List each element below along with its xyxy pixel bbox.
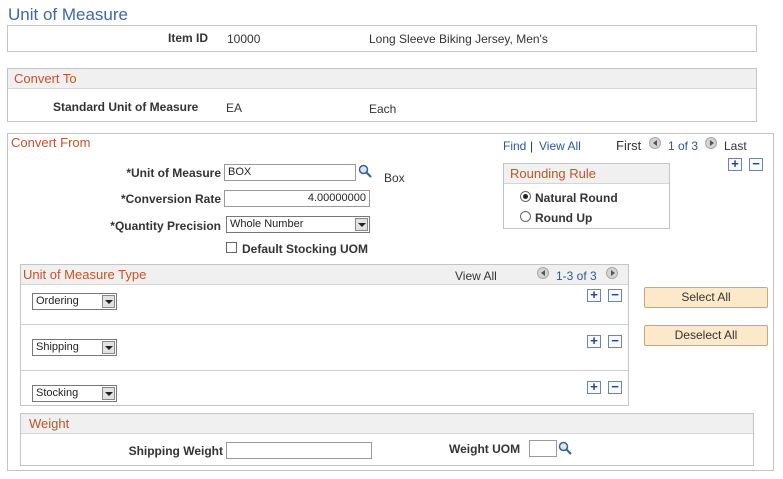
shipping-weight-input[interactable] xyxy=(226,442,372,459)
uom-input[interactable]: BOX xyxy=(224,164,356,181)
std-uom-label: Standard Unit of Measure xyxy=(53,100,199,114)
weight-uom-input[interactable] xyxy=(529,440,557,457)
convert-to-header: Convert To xyxy=(8,69,756,89)
uom-type-box: Unit of Measure Type View All 1-3 of 3 O… xyxy=(20,264,629,406)
next-arrow-icon[interactable] xyxy=(705,137,717,149)
rounding-rule-box: Rounding Rule Natural Round Round Up xyxy=(503,163,670,229)
row-divider xyxy=(21,324,628,325)
uom-type-view-all[interactable]: View All xyxy=(455,269,497,283)
conversion-rate-label: *Conversion Rate xyxy=(120,192,221,206)
row-divider xyxy=(21,370,628,371)
rounding-rule-header: Rounding Rule xyxy=(504,164,669,184)
uom-type-value: Stocking xyxy=(36,387,79,399)
uom-type-value: Shipping xyxy=(36,341,79,353)
item-info-box: Item ID 10000 Long Sleeve Biking Jersey,… xyxy=(7,25,757,52)
quantity-precision-label: *Quantity Precision xyxy=(110,219,221,233)
round-up-label: Round Up xyxy=(535,211,593,225)
magnifier-icon[interactable] xyxy=(358,164,372,178)
conversion-rate-input[interactable]: 4.00000000 xyxy=(224,190,370,207)
uom-type-value: Ordering xyxy=(36,295,79,307)
std-uom-value: EA xyxy=(226,101,243,115)
plus-icon[interactable]: + xyxy=(587,288,601,302)
item-id-label: Item ID xyxy=(168,31,209,45)
convert-from-section: Convert From Find | View All First 1 of … xyxy=(7,133,774,471)
first-label: First xyxy=(616,138,642,153)
row-position: 1 of 3 xyxy=(668,139,699,153)
page-title: Unit of Measure xyxy=(8,5,128,24)
quantity-precision-value: Whole Number xyxy=(230,218,304,230)
plus-icon[interactable]: + xyxy=(728,157,742,171)
minus-icon[interactable]: − xyxy=(608,380,622,394)
uom-type-position: 1-3 of 3 xyxy=(556,269,597,283)
weight-header: Weight xyxy=(21,414,753,434)
uom-type-select[interactable]: Ordering xyxy=(32,293,117,310)
weight-box: Weight Shipping Weight Weight UOM xyxy=(20,413,754,466)
item-description: Long Sleeve Biking Jersey, Men's xyxy=(369,32,548,46)
item-id-value: 10000 xyxy=(227,32,261,46)
default-stocking-checkbox[interactable] xyxy=(226,242,237,253)
select-all-button[interactable]: Select All xyxy=(644,287,768,308)
round-up-radio[interactable] xyxy=(520,211,531,222)
minus-icon[interactable]: − xyxy=(608,334,622,348)
default-stocking-label: Default Stocking UOM xyxy=(242,242,369,256)
find-link[interactable]: Find xyxy=(503,139,526,153)
natural-round-label: Natural Round xyxy=(535,191,618,205)
weight-uom-label: Weight UOM xyxy=(449,442,521,456)
magnifier-icon[interactable] xyxy=(558,441,572,455)
minus-icon[interactable]: − xyxy=(749,157,763,171)
uom-desc: Box xyxy=(384,171,405,185)
previous-arrow-icon[interactable] xyxy=(537,267,549,279)
last-link[interactable]: Last xyxy=(724,139,747,153)
nav-separator: | xyxy=(530,139,534,153)
uom-label: *Unit of Measure xyxy=(126,166,221,180)
view-all-link[interactable]: View All xyxy=(539,139,581,153)
uom-type-select[interactable]: Shipping xyxy=(32,339,117,356)
plus-icon[interactable]: + xyxy=(587,380,601,394)
chevron-down-icon xyxy=(102,295,115,308)
shipping-weight-label: Shipping Weight xyxy=(128,444,223,458)
convert-to-section: Convert To Standard Unit of Measure EA E… xyxy=(7,68,757,122)
std-uom-desc: Each xyxy=(369,102,397,116)
deselect-all-button[interactable]: Deselect All xyxy=(644,325,768,346)
quantity-precision-select[interactable]: Whole Number xyxy=(226,216,370,233)
natural-round-radio[interactable] xyxy=(520,191,531,202)
uom-type-select[interactable]: Stocking xyxy=(32,385,117,402)
previous-arrow-icon[interactable] xyxy=(649,137,661,149)
minus-icon[interactable]: − xyxy=(608,288,622,302)
chevron-down-icon xyxy=(355,218,368,231)
chevron-down-icon xyxy=(102,341,115,354)
next-arrow-icon[interactable] xyxy=(606,267,618,279)
plus-icon[interactable]: + xyxy=(587,334,601,348)
chevron-down-icon xyxy=(102,387,115,400)
convert-from-header: Convert From xyxy=(11,135,91,150)
